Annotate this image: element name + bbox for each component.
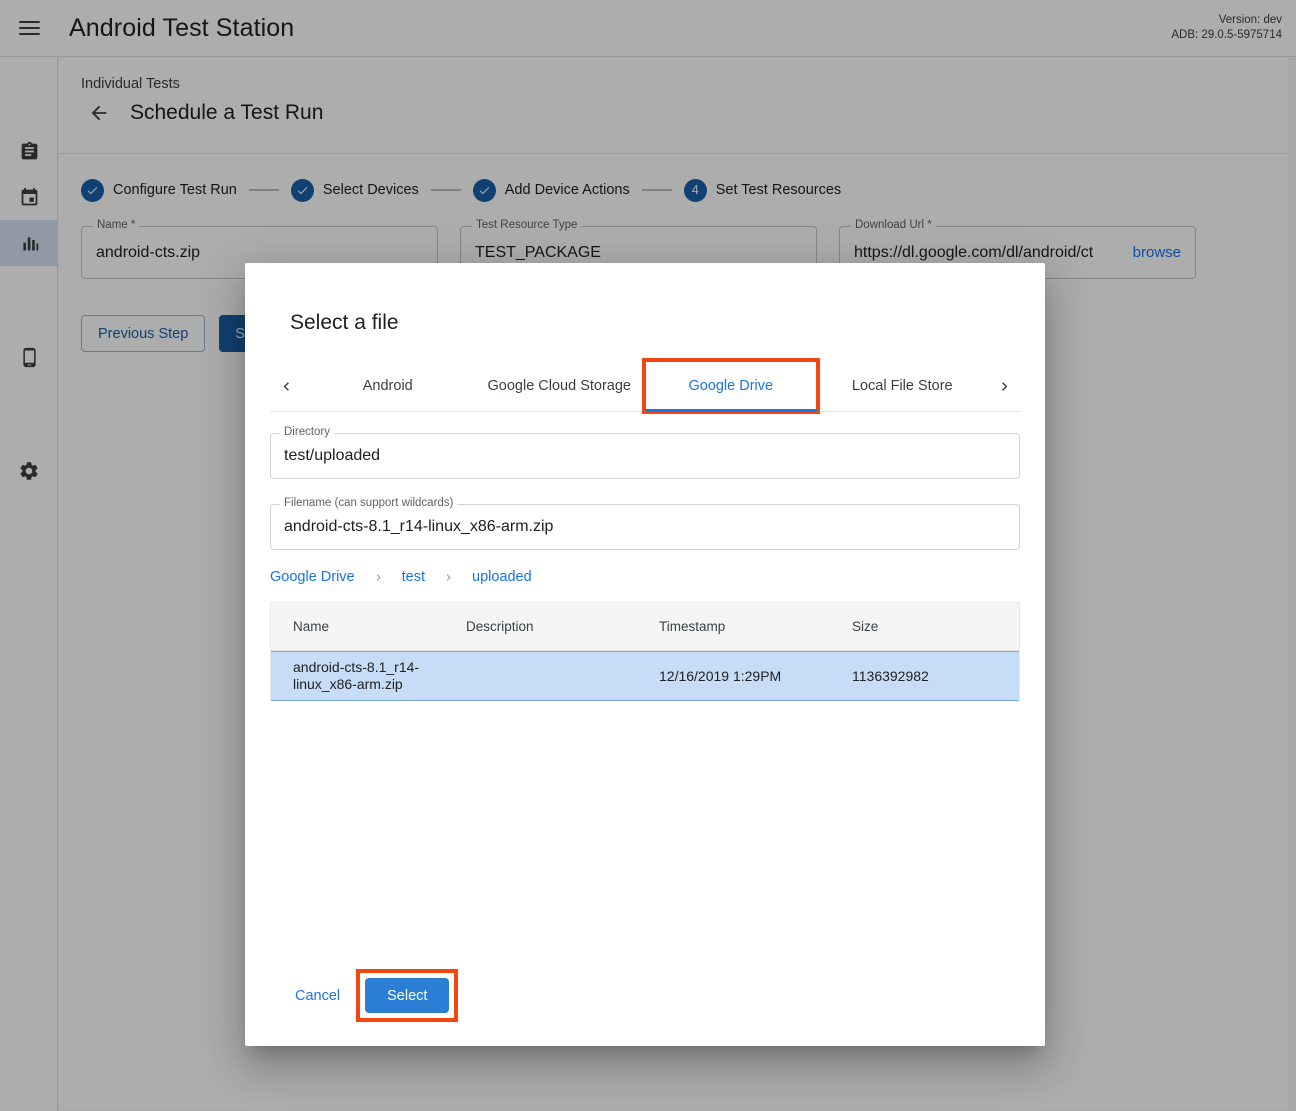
column-header-name: Name [271, 619, 466, 634]
filename-input[interactable] [282, 517, 1008, 537]
column-header-size: Size [852, 619, 1019, 634]
select-button-highlight: Select [360, 973, 454, 1018]
select-file-dialog: Select a file Android Google Cloud Stora… [245, 263, 1045, 1046]
column-header-timestamp: Timestamp [659, 619, 852, 634]
chevron-left-icon[interactable] [270, 361, 302, 411]
filename-field[interactable]: Filename (can support wildcards) [270, 504, 1020, 550]
cell-timestamp: 12/16/2019 1:29PM [659, 668, 852, 684]
app-root: Android Test Station Version: dev ADB: 2… [0, 0, 1296, 1111]
chevron-right-icon[interactable] [988, 361, 1020, 411]
table-row[interactable]: android-cts-8.1_r14-linux_x86-arm.zip 12… [271, 651, 1019, 701]
tab-android[interactable]: Android [302, 361, 474, 411]
file-table: Name Description Timestamp Size android-… [270, 602, 1020, 701]
dialog-title: Select a file [245, 263, 1045, 335]
tabs: Android Google Cloud Storage Google Driv… [302, 361, 988, 411]
path-breadcrumb: Google Drive test uploaded [270, 566, 1020, 588]
chevron-right-icon [442, 571, 455, 584]
column-header-description: Description [466, 619, 659, 634]
source-tabbar: Android Google Cloud Storage Google Driv… [270, 361, 1020, 412]
cancel-button[interactable]: Cancel [283, 980, 352, 1012]
chevron-right-icon [372, 571, 385, 584]
tab-google-cloud-storage[interactable]: Google Cloud Storage [474, 361, 646, 411]
directory-field-label: Directory [280, 426, 334, 438]
breadcrumb-crumb-test[interactable]: test [402, 569, 425, 585]
tab-local-file-store[interactable]: Local File Store [817, 361, 989, 411]
breadcrumb-crumb-uploaded[interactable]: uploaded [472, 569, 532, 585]
tab-google-drive[interactable]: Google Drive [645, 361, 817, 411]
directory-field[interactable]: Directory [270, 433, 1020, 479]
dialog-footer: Cancel Select [245, 973, 1045, 1046]
filename-field-label: Filename (can support wildcards) [280, 497, 457, 509]
table-header-row: Name Description Timestamp Size [271, 603, 1019, 651]
breadcrumb-crumb-root[interactable]: Google Drive [270, 569, 355, 585]
select-button[interactable]: Select [365, 978, 449, 1013]
directory-input[interactable] [282, 446, 1008, 466]
cell-name: android-cts-8.1_r14-linux_x86-arm.zip [271, 652, 466, 700]
cell-size: 1136392982 [852, 668, 1019, 684]
